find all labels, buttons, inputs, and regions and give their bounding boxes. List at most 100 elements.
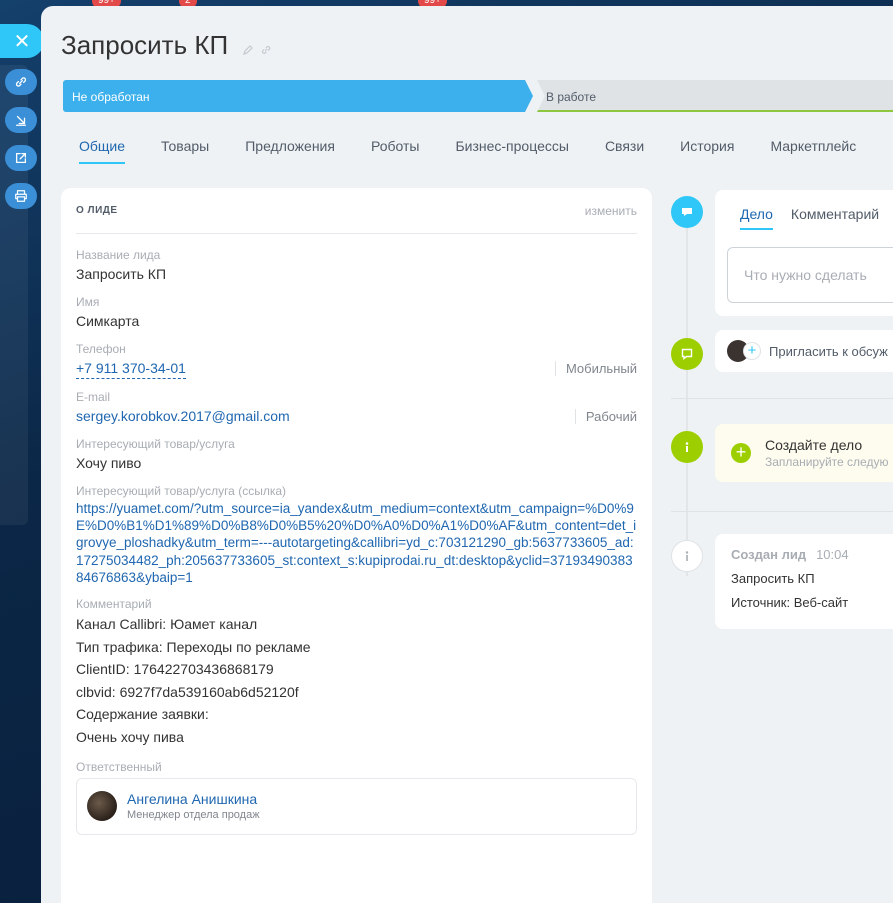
minimize-button[interactable] <box>5 107 37 133</box>
field-label: Комментарий <box>76 597 152 612</box>
stage-current[interactable]: Не обработан <box>63 80 533 112</box>
create-texts: Создайте дело Запланируйте следую <box>765 437 888 469</box>
field-responsible: Ответственный Ангелина Анишкина Менеджер… <box>76 760 637 835</box>
tab-general[interactable]: Общие <box>79 138 126 164</box>
timeline-history-icon <box>671 540 703 572</box>
lead-slider: Запросить КП Не обработан В работе Общие… <box>41 6 893 903</box>
tab-marketplace[interactable]: Маркетплейс <box>770 138 856 164</box>
tab-links[interactable]: Связи <box>605 138 644 164</box>
tab-products[interactable]: Товары <box>161 138 209 164</box>
field-value: Симкарта <box>76 313 140 329</box>
field-label: E-mail <box>76 390 111 404</box>
field-phone: Телефон +7 911 370-34-01 Мобильный <box>76 342 637 379</box>
phone-link[interactable]: +7 911 370-34-01 <box>76 358 186 379</box>
toolbar-panel <box>0 65 28 525</box>
timeline-divider <box>671 511 893 512</box>
pencil-icon[interactable] <box>242 44 254 56</box>
responsible-position: Менеджер отдела продаж <box>127 809 260 822</box>
create-activity-prompt[interactable]: + Создайте дело Запланируйте следую <box>715 424 893 482</box>
tab-robots[interactable]: Роботы <box>371 138 419 164</box>
field-value: Хочу пиво <box>76 455 142 471</box>
card-header: О ЛИДЕ изменить <box>76 188 637 234</box>
plus-icon: + <box>743 342 761 360</box>
stage-next[interactable]: В работе <box>537 80 893 112</box>
field-label: Имя <box>76 295 100 309</box>
timeline-chat-icon <box>671 338 703 370</box>
field-label: Телефон <box>76 342 126 356</box>
responsible-info: Ангелина Анишкина Менеджер отдела продаж <box>127 791 260 821</box>
timeline-editor: Дело Комментарий Что нужно сделать <box>715 190 893 316</box>
field-label: Интересующий товар/услуга <box>76 437 235 451</box>
print-button[interactable] <box>5 183 37 209</box>
field-label: Интересующий товар/услуга (ссылка) <box>76 484 286 498</box>
history-time: 10:04 <box>816 547 849 562</box>
printer-icon <box>15 190 27 202</box>
edit-link[interactable]: изменить <box>585 204 637 218</box>
close-icon: ✕ <box>13 30 31 53</box>
responsible-card: Ангелина Анишкина Менеджер отдела продаж <box>76 777 637 835</box>
field-row: sergey.korobkov.2017@gmail.com Рабочий <box>76 406 637 426</box>
timeline-line <box>686 216 688 576</box>
comment-line: Канал Callibri: Юамет канал <box>76 616 258 633</box>
page-title: Запросить КП <box>61 30 229 60</box>
stage-next-label: В работе <box>546 90 597 104</box>
field-label: Название лида <box>76 248 161 262</box>
comment-line: Тип трафика: Переходы по рекламе <box>76 638 311 655</box>
tab-bar: Общие Товары Предложения Роботы Бизнес-п… <box>79 138 892 164</box>
lead-info-card: О ЛИДЕ изменить Название лида Запросить … <box>61 188 652 903</box>
tab-comment[interactable]: Комментарий <box>791 206 879 230</box>
title-row: Запросить КП <box>61 30 272 61</box>
field-product: Интересующий товар/услуга Хочу пиво <box>76 437 637 473</box>
chat-icon <box>682 208 692 216</box>
link-icon[interactable] <box>260 44 272 56</box>
tab-quotes[interactable]: Предложения <box>245 138 335 164</box>
tab-business-processes[interactable]: Бизнес-процессы <box>455 138 568 164</box>
add-icon[interactable]: + <box>731 443 751 463</box>
product-url-link[interactable]: https://yuamet.com/?utm_source=ia_yandex… <box>76 500 637 586</box>
avatar[interactable] <box>87 791 117 822</box>
timeline-divider <box>671 398 893 399</box>
field-comment: Комментарий Канал Callibri: Юамет канал … <box>76 597 637 749</box>
field-value: Запросить КП <box>76 266 167 282</box>
field-label: Ответственный <box>76 759 162 774</box>
stage-bar: Не обработан В работе <box>63 80 893 112</box>
tab-todo[interactable]: Дело <box>740 206 773 230</box>
external-link-icon <box>15 152 27 164</box>
field-row: +7 911 370-34-01 Мобильный <box>76 358 637 379</box>
email-type: Рабочий <box>574 408 637 424</box>
field-lead-name: Название лида Запросить КП <box>76 248 637 284</box>
history-title: Создан лид <box>731 547 807 562</box>
copy-link-button[interactable] <box>5 69 37 95</box>
timeline-comment-icon <box>671 196 703 228</box>
invite-discussion[interactable]: + Пригласить к обсуж <box>715 330 893 372</box>
tab-history[interactable]: История <box>680 138 734 164</box>
email-link[interactable]: sergey.korobkov.2017@gmail.com <box>76 406 290 426</box>
history-line: Источник: Веб-сайт <box>731 595 849 610</box>
comment-line: Очень хочу пива <box>76 728 184 745</box>
todo-input[interactable]: Что нужно сделать <box>727 247 893 303</box>
info-icon <box>685 551 689 561</box>
comment-text: Канал Callibri: Юамет канал Тип трафика:… <box>76 613 637 749</box>
create-subtitle: Запланируйте следую <box>765 455 889 469</box>
message-icon <box>681 348 693 360</box>
link-icon <box>15 77 27 87</box>
invite-label: Пригласить к обсуж <box>769 343 888 359</box>
field-name: Имя Симкарта <box>76 295 637 331</box>
open-new-window-button[interactable] <box>5 145 37 171</box>
info-icon <box>685 442 689 452</box>
timeline-info-icon <box>671 431 703 463</box>
title-actions <box>242 44 272 56</box>
create-title: Создайте дело <box>765 437 863 453</box>
phone-type: Мобильный <box>554 361 637 376</box>
field-email: E-mail sergey.korobkov.2017@gmail.com Ра… <box>76 390 637 426</box>
history-line: Запросить КП <box>731 571 815 586</box>
slider-toolbar: ✕ <box>0 0 44 903</box>
field-product-link: Интересующий товар/услуга (ссылка) https… <box>76 484 637 586</box>
editor-tabs: Дело Комментарий <box>715 190 893 230</box>
close-button[interactable]: ✕ <box>0 24 44 58</box>
arrow-down-right-icon <box>15 115 27 126</box>
responsible-name[interactable]: Ангелина Анишкина <box>127 791 260 807</box>
comment-line: ClientID: 176422703436868179 <box>76 661 274 678</box>
history-item: Создан лид 10:04 Запросить КП Источник: … <box>715 534 893 629</box>
history-header: Создан лид 10:04 <box>731 547 893 562</box>
